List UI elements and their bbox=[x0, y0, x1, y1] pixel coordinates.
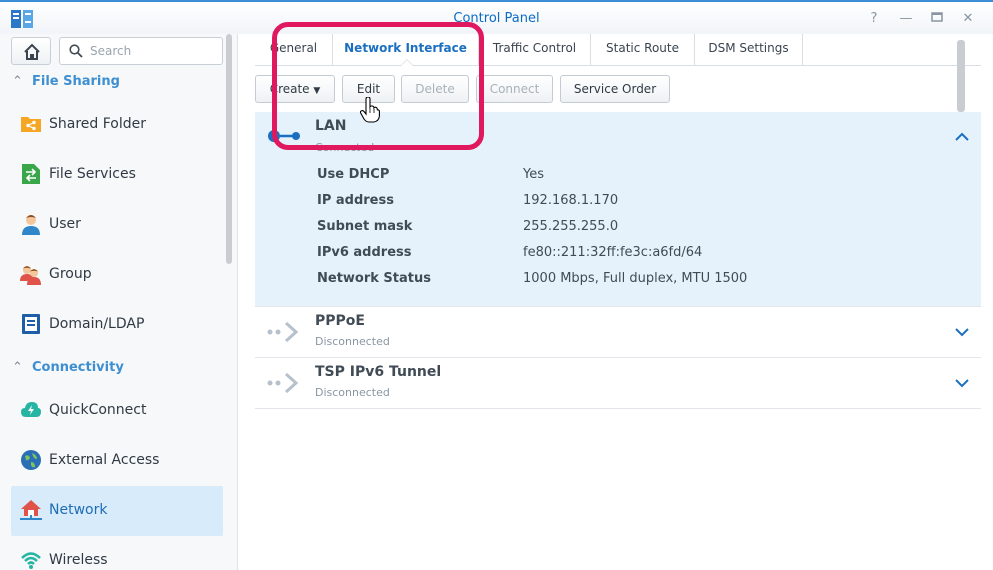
chevron-down-icon[interactable] bbox=[955, 327, 969, 337]
sidebar-item-label: External Access bbox=[49, 452, 160, 468]
sidebar-item-domain-ldap[interactable]: Domain/LDAP bbox=[11, 300, 223, 350]
sidebar-item-network[interactable]: Network bbox=[11, 486, 223, 536]
sidebar-item-label: Network bbox=[49, 502, 108, 518]
sidebar-item-label: File Services bbox=[49, 166, 136, 182]
interface-name: PPPoE bbox=[315, 313, 365, 329]
main-scrollbar[interactable] bbox=[957, 40, 965, 112]
shared-folder-icon bbox=[21, 117, 41, 132]
network-icon bbox=[20, 500, 42, 520]
group-icon bbox=[20, 266, 41, 285]
tab-static-route[interactable]: Static Route bbox=[591, 34, 695, 66]
sidebar-item-label: Group bbox=[49, 266, 92, 282]
interface-row-pppoe[interactable]: PPPoE Disconnected bbox=[255, 307, 981, 358]
section-file-sharing[interactable]: ⌃ File Sharing bbox=[12, 74, 120, 94]
minimize-icon[interactable]: — bbox=[898, 11, 914, 27]
interface-status: Disconnected bbox=[315, 386, 390, 399]
tab-traffic-control[interactable]: Traffic Control bbox=[479, 34, 591, 66]
domain-ldap-icon bbox=[22, 314, 40, 334]
title-bar: Control Panel ? — ✕ bbox=[0, 0, 993, 34]
home-icon bbox=[24, 43, 40, 60]
detail-key: Network Status bbox=[317, 271, 431, 286]
detail-value: 192.168.1.170 bbox=[523, 193, 619, 208]
annotation-highlight-box bbox=[272, 22, 484, 150]
sidebar-item-file-services[interactable]: File Services bbox=[11, 150, 223, 200]
sidebar: ⌃ File Sharing Shared Folder File Service… bbox=[0, 34, 238, 570]
service-order-button[interactable]: Service Order bbox=[560, 75, 670, 103]
disconnected-icon bbox=[267, 372, 299, 394]
interface-row-tsp-ipv6-tunnel[interactable]: TSP IPv6 Tunnel Disconnected bbox=[255, 358, 981, 409]
detail-value: Yes bbox=[523, 167, 544, 182]
sidebar-item-group[interactable]: Group bbox=[11, 250, 223, 300]
detail-key: Subnet mask bbox=[317, 219, 413, 234]
maximize-icon[interactable] bbox=[929, 11, 945, 27]
connect-button[interactable]: Connect bbox=[476, 75, 553, 103]
sidebar-item-label: User bbox=[49, 216, 81, 232]
detail-key: Use DHCP bbox=[317, 167, 390, 182]
sidebar-item-external-access[interactable]: External Access bbox=[11, 436, 223, 486]
user-icon bbox=[22, 215, 40, 235]
sidebar-scrollbar[interactable] bbox=[226, 34, 232, 264]
chevron-down-icon[interactable] bbox=[955, 378, 969, 388]
close-icon[interactable]: ✕ bbox=[960, 11, 976, 27]
detail-value: 255.255.255.0 bbox=[523, 219, 619, 234]
disconnected-icon bbox=[267, 321, 299, 343]
chevron-up-icon: ⌃ bbox=[12, 74, 23, 89]
section-label: File Sharing bbox=[32, 74, 120, 89]
sidebar-item-user[interactable]: User bbox=[11, 200, 223, 250]
sidebar-item-label: Domain/LDAP bbox=[49, 316, 145, 332]
help-icon[interactable]: ? bbox=[866, 11, 882, 27]
sidebar-item-quickconnect[interactable]: QuickConnect bbox=[11, 386, 223, 436]
file-services-icon bbox=[22, 164, 40, 184]
hand-cursor-icon bbox=[360, 97, 380, 123]
sidebar-item-label: Wireless bbox=[49, 552, 108, 568]
search-icon bbox=[69, 44, 83, 58]
detail-key: IP address bbox=[317, 193, 394, 208]
search-field[interactable] bbox=[59, 37, 223, 65]
tab-dsm-settings[interactable]: DSM Settings bbox=[695, 34, 803, 66]
quickconnect-icon bbox=[21, 402, 41, 417]
section-label: Connectivity bbox=[32, 360, 124, 375]
chevron-up-icon[interactable] bbox=[955, 132, 969, 142]
sidebar-item-shared-folder[interactable]: Shared Folder bbox=[11, 100, 223, 150]
home-button[interactable] bbox=[11, 37, 51, 65]
chevron-up-icon: ⌃ bbox=[12, 360, 23, 375]
detail-value: fe80::211:32ff:fe3c:a6fd/64 bbox=[523, 245, 703, 260]
wireless-icon bbox=[21, 552, 41, 569]
sidebar-item-wireless[interactable]: Wireless bbox=[11, 536, 223, 570]
sidebar-item-label: Shared Folder bbox=[49, 116, 147, 132]
detail-key: IPv6 address bbox=[317, 245, 412, 260]
detail-value: 1000 Mbps, Full duplex, MTU 1500 bbox=[523, 271, 748, 286]
window-title: Control Panel bbox=[453, 11, 540, 26]
sidebar-item-label: QuickConnect bbox=[49, 402, 147, 418]
interface-status: Disconnected bbox=[315, 335, 390, 348]
external-access-icon bbox=[21, 450, 41, 470]
search-input[interactable] bbox=[90, 42, 215, 60]
section-connectivity[interactable]: ⌃ Connectivity bbox=[12, 360, 124, 380]
interface-name: TSP IPv6 Tunnel bbox=[315, 364, 442, 380]
